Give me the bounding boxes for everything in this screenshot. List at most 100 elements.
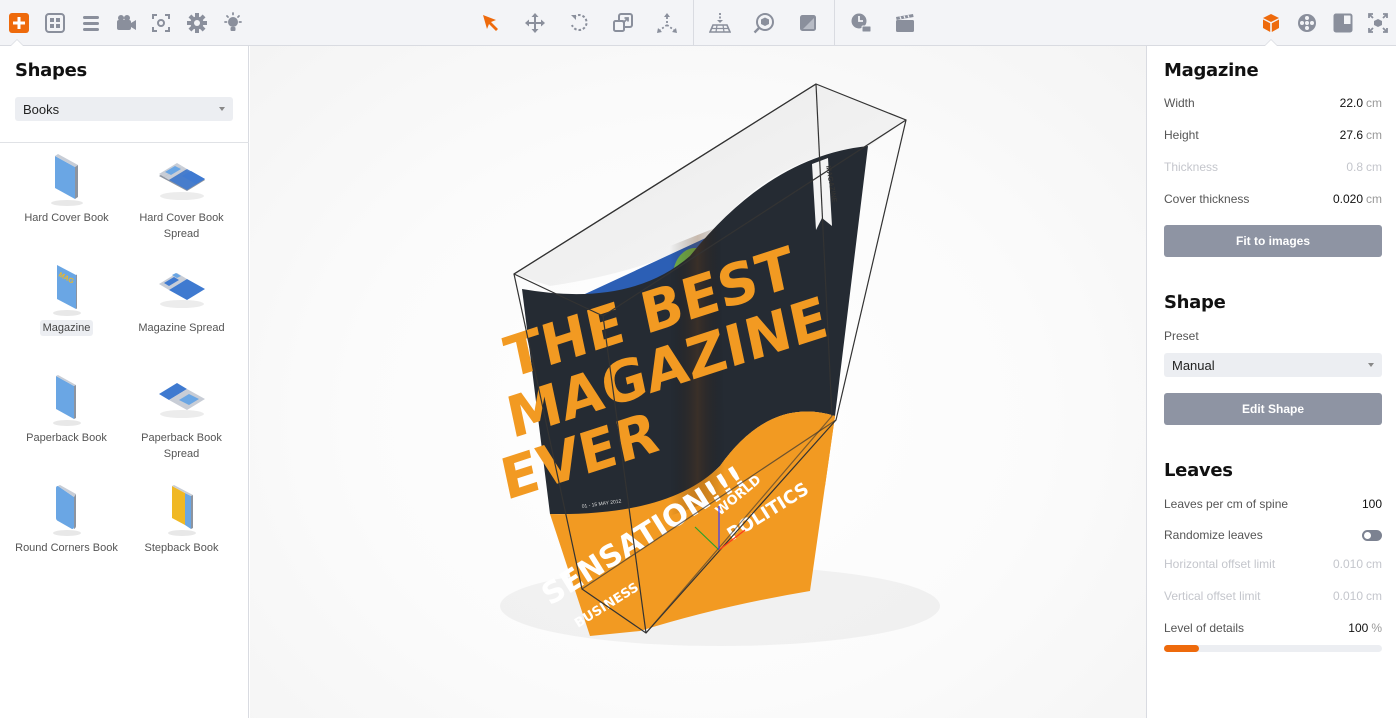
width-value: 22.0 (1339, 96, 1363, 110)
frame-panel-button[interactable] (1329, 9, 1357, 37)
list-button[interactable] (77, 9, 105, 37)
shape-section-title: Shape (1164, 292, 1226, 313)
height-value: 27.6 (1339, 128, 1363, 142)
shape-item-hard-cover-book[interactable]: Hard Cover Book (9, 152, 124, 226)
vertical-offset-unit: cm (1366, 589, 1382, 603)
paperback-book-spread-icon (158, 383, 205, 418)
shape-item-magazine[interactable]: MAG Magazine (9, 262, 124, 336)
fullscreen-icon (1368, 13, 1388, 33)
horizontal-offset-field: 0.010 cm (1333, 557, 1382, 571)
select-tool-button[interactable] (477, 9, 505, 37)
stepback-book-icon (167, 485, 196, 536)
camera-button[interactable] (112, 9, 140, 37)
shape-item-paperback-book-spread[interactable]: Paperback Book Spread (124, 372, 239, 462)
level-of-details-unit: % (1371, 621, 1382, 635)
shape-item-label: Magazine (39, 320, 94, 336)
rotate-tool-button[interactable] (565, 9, 593, 37)
toolbar-separator (834, 0, 835, 46)
animation-button[interactable] (891, 9, 919, 37)
edit-shape-button[interactable]: Edit Shape (1164, 393, 1382, 425)
cover-thickness-field[interactable]: 0.020 cm (1333, 192, 1382, 206)
width-field[interactable]: 22.0 cm (1340, 96, 1382, 110)
leaves-per-cm-value[interactable]: 100 (1362, 497, 1382, 511)
randomize-leaves-label: Randomize leaves (1164, 528, 1263, 542)
shape-item-round-corners-book[interactable]: Round Corners Book (9, 482, 124, 556)
height-label: Height (1164, 128, 1199, 142)
explode-tool-button[interactable] (653, 9, 681, 37)
3d-viewport[interactable]: MAGAZINE THE BEST MAGAZINE EVER 01 - 15 … (250, 46, 1146, 718)
shape-item-paperback-book[interactable]: Paperback Book (9, 372, 124, 446)
height-row: Height 27.6 cm (1164, 126, 1382, 144)
rotate-icon (571, 14, 588, 32)
leaves-per-cm-row: Leaves per cm of spine 100 (1164, 495, 1382, 513)
add-button[interactable] (5, 9, 33, 37)
shape-item-hard-cover-book-spread[interactable]: Hard Cover Book Spread (124, 152, 239, 242)
move-tool-button[interactable] (521, 9, 549, 37)
shape-category-select[interactable]: Books (15, 97, 233, 121)
preset-row: Preset (1164, 327, 1382, 345)
settings-icon (187, 13, 207, 33)
randomize-leaves-toggle[interactable] (1362, 529, 1382, 541)
vertical-offset-value: 0.010 (1332, 589, 1363, 603)
active-tab-caret (10, 39, 24, 46)
timeline-button[interactable] (847, 9, 875, 37)
level-of-details-field[interactable]: 100% (1348, 621, 1382, 635)
hard-cover-book-spread-icon (158, 163, 205, 200)
drop-to-floor-button[interactable] (706, 9, 734, 37)
randomize-leaves-row: Randomize leaves (1164, 526, 1382, 544)
fit-to-images-button[interactable]: Fit to images (1164, 225, 1382, 257)
light-button[interactable] (219, 9, 247, 37)
timeline-icon (851, 13, 872, 33)
height-field[interactable]: 27.6 cm (1340, 128, 1382, 142)
level-of-details-slider[interactable] (1164, 645, 1382, 652)
magazine-icon: MAG (52, 265, 81, 316)
light-icon (224, 12, 242, 31)
focus-button[interactable] (147, 9, 175, 37)
chevron-down-icon (1368, 363, 1374, 367)
settings-button[interactable] (183, 9, 211, 37)
magazine-3d-model[interactable]: MAGAZINE THE BEST MAGAZINE EVER 01 - 15 … (250, 46, 1146, 718)
shape-item-label: Paperback Book Spread (141, 432, 222, 460)
shape-category-value: Books (23, 102, 60, 117)
frame-icon (1333, 13, 1353, 33)
level-of-details-slider-fill (1164, 645, 1199, 652)
environment-panel-button[interactable] (1293, 9, 1321, 37)
object-icon (1263, 14, 1279, 32)
animation-icon (896, 14, 914, 32)
add-icon (9, 13, 29, 33)
level-of-details-label: Level of details (1164, 621, 1245, 635)
shape-item-stepback-book[interactable]: Stepback Book (124, 482, 239, 556)
properties-panel: Magazine Width 22.0 cm Height 27.6 cm Thic… (1146, 46, 1396, 718)
level-of-details-row: Level of details 100% (1164, 619, 1382, 637)
thickness-unit: cm (1366, 160, 1382, 174)
horizontal-offset-label: Horizontal offset limit (1164, 557, 1276, 571)
shape-item-label: Stepback Book (144, 542, 219, 554)
shape-item-label: Hard Cover Book (24, 212, 109, 224)
preset-label: Preset (1164, 329, 1199, 343)
explode-icon (657, 13, 677, 33)
leaves-section-title: Leaves (1164, 460, 1233, 481)
material-button[interactable] (794, 9, 822, 37)
focus-icon (152, 14, 170, 32)
zoom-to-object-button[interactable] (750, 9, 778, 37)
divider (0, 142, 249, 143)
chevron-down-icon (219, 107, 225, 111)
drop-to-floor-icon (709, 13, 731, 33)
shape-item-magazine-spread[interactable]: Magazine Spread (124, 262, 239, 336)
active-tab-caret (1264, 39, 1278, 46)
thickness-field: 0.8 cm (1346, 160, 1382, 174)
cover-thickness-unit: cm (1366, 192, 1382, 206)
thickness-row: Thickness 0.8 cm (1164, 158, 1382, 176)
preset-select[interactable]: Manual (1164, 353, 1382, 377)
material-icon (800, 15, 816, 31)
scale-tool-button[interactable] (609, 9, 637, 37)
fullscreen-button[interactable] (1364, 9, 1392, 37)
vertical-offset-label: Vertical offset limit (1164, 589, 1261, 603)
library-button[interactable] (41, 9, 69, 37)
horizontal-offset-unit: cm (1366, 557, 1382, 571)
paperback-book-icon (52, 375, 81, 426)
thickness-value: 0.8 (1346, 160, 1363, 174)
top-toolbar (0, 0, 1396, 46)
object-panel-button[interactable] (1257, 9, 1285, 37)
hard-cover-book-icon (50, 154, 83, 206)
